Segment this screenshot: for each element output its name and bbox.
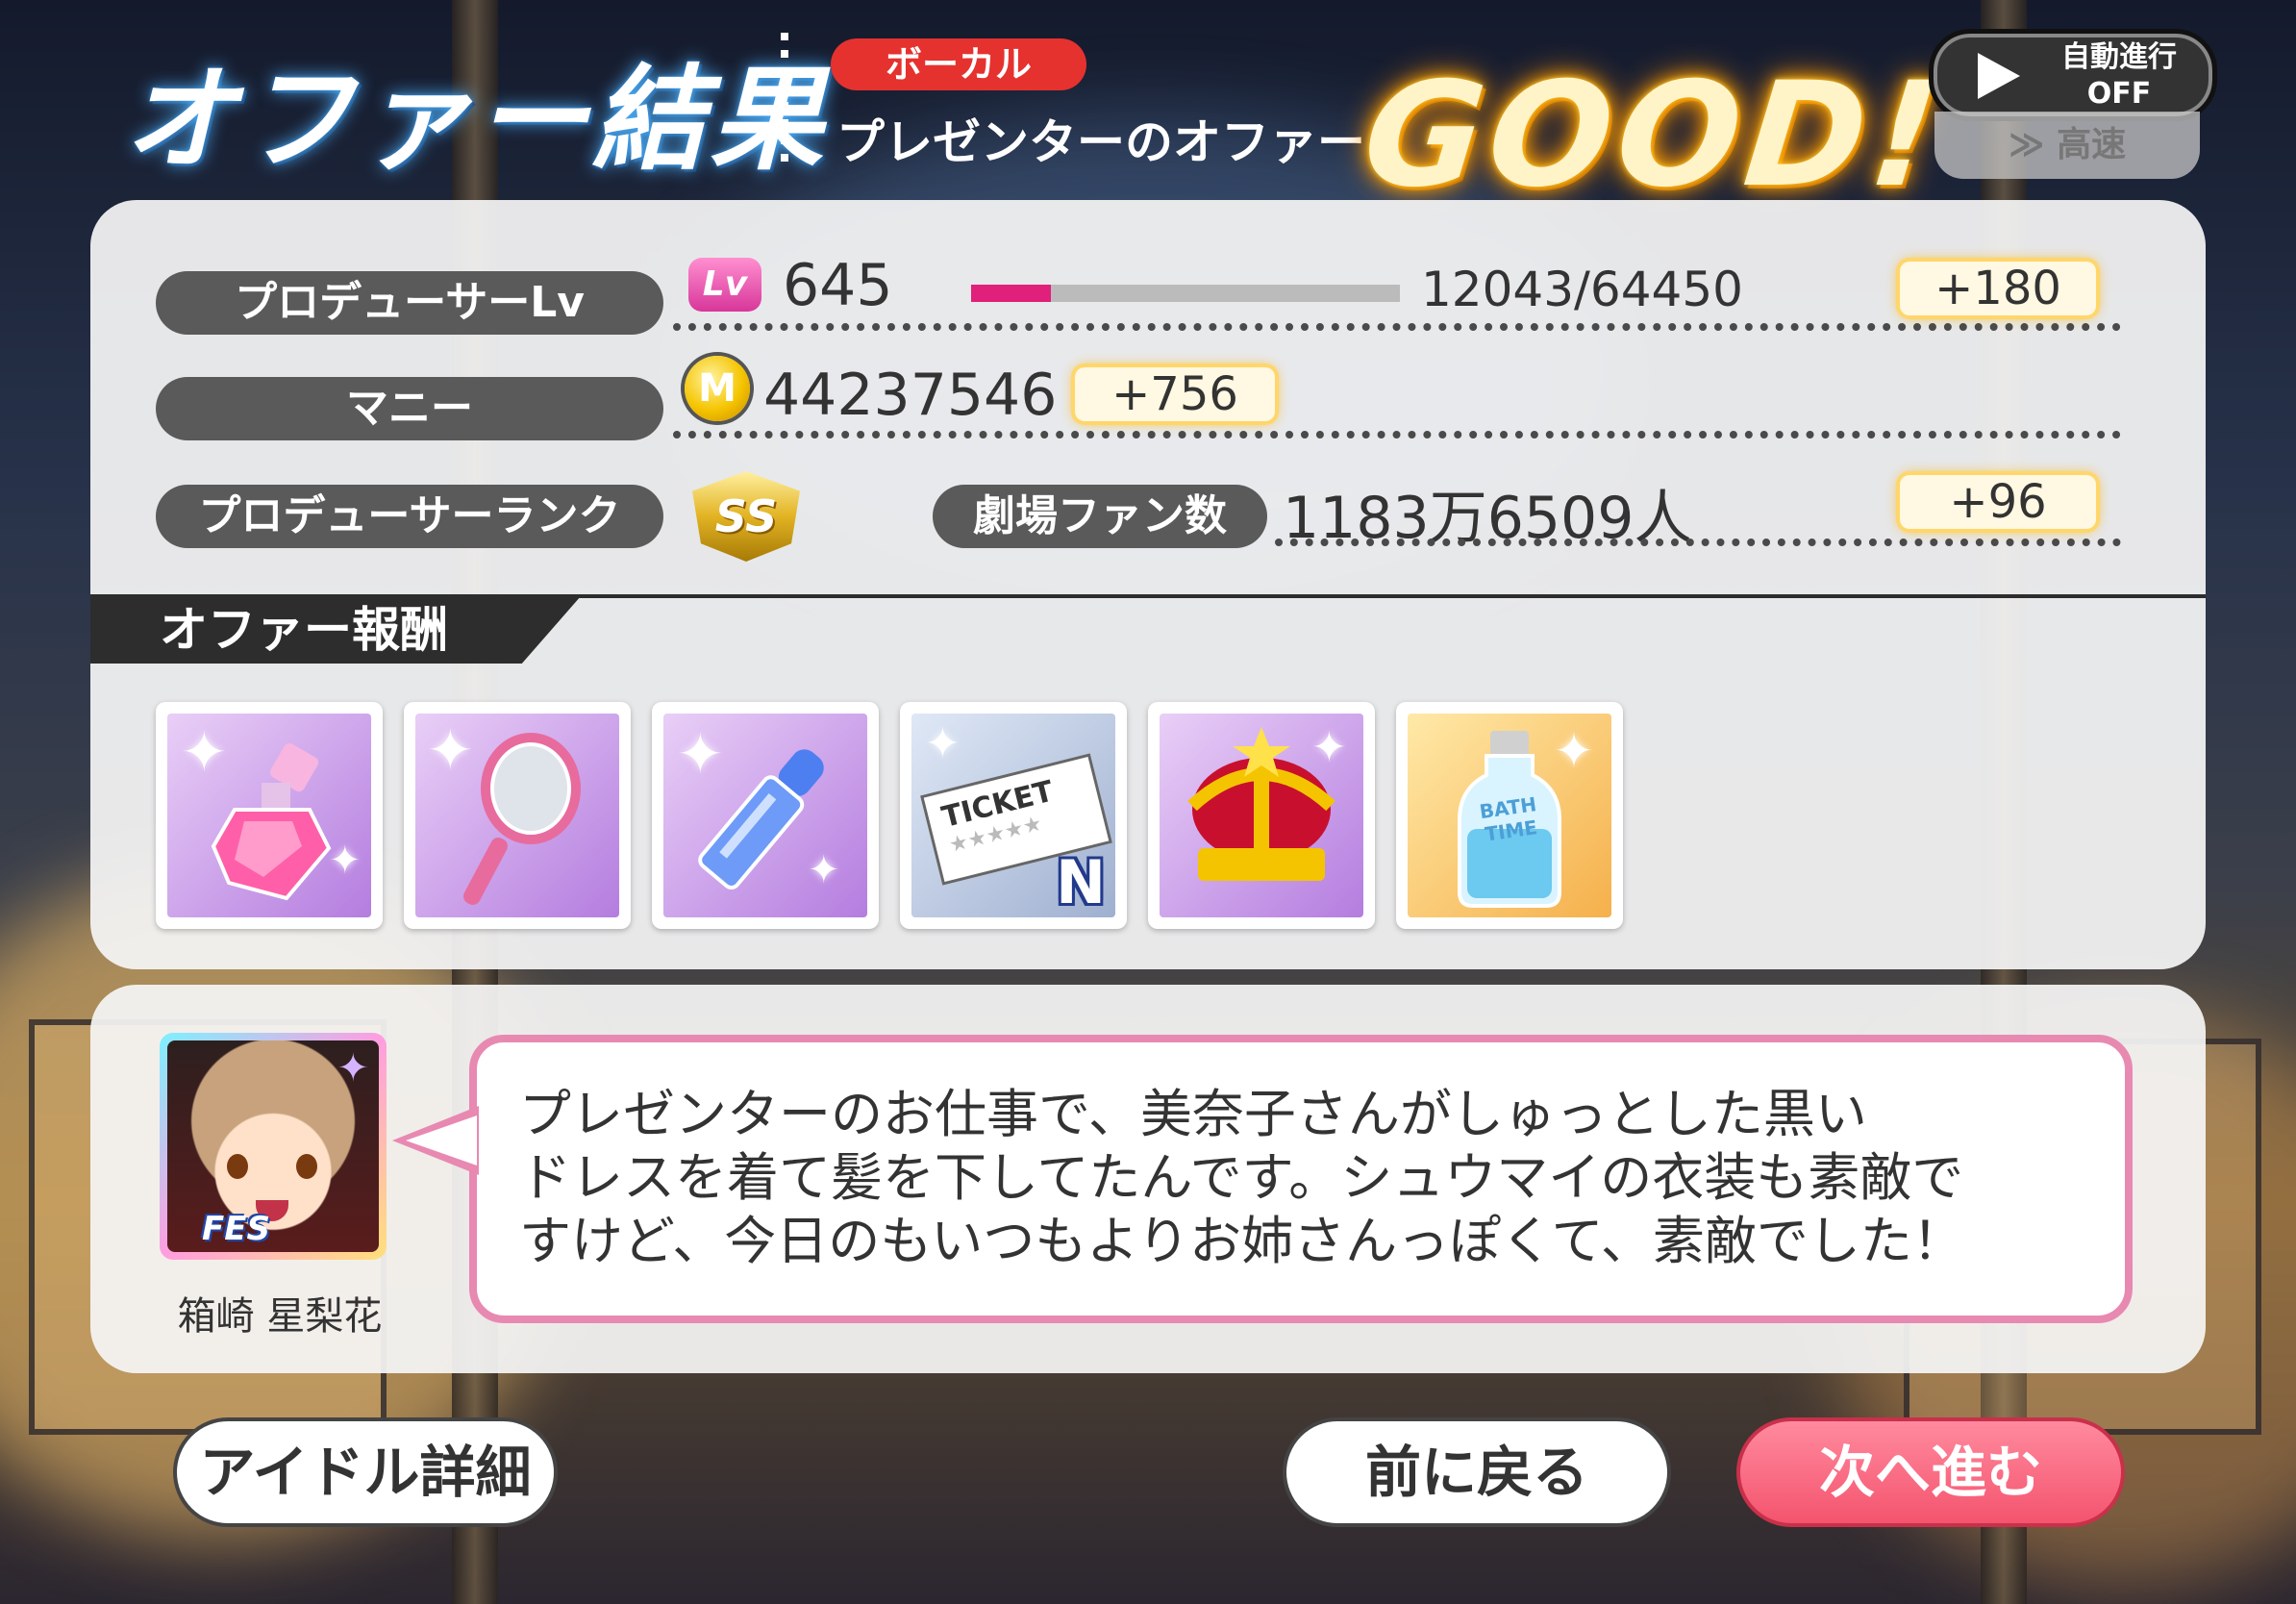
avatar-eye	[296, 1154, 317, 1179]
money-label: マニー	[156, 377, 663, 440]
exp-progress-fill	[971, 285, 1052, 302]
avatar-eye	[227, 1154, 248, 1179]
reward-item-mirror[interactable]: ✦	[404, 702, 631, 929]
crown-icon	[1187, 727, 1335, 881]
reward-item-bath-salt[interactable]: ✦ BATH TIME	[1396, 702, 1623, 929]
idol-avatar[interactable]: ✦ FES	[160, 1033, 387, 1260]
fast-speed-button[interactable]: ≫ 高速	[1934, 112, 2200, 179]
coin-icon: M	[685, 356, 750, 421]
divider-dotted	[673, 323, 2121, 331]
fes-badge: FES	[202, 1210, 270, 1248]
rewards-heading: オファー報酬	[90, 596, 581, 664]
theater-fans-label: 劇場ファン数	[933, 485, 1267, 548]
producer-level-value: 645	[783, 252, 893, 319]
play-icon	[1978, 53, 2020, 99]
ticket-grade: N	[1056, 847, 1106, 917]
result-rating: GOOD!	[1356, 52, 1953, 219]
title-divider	[781, 33, 788, 167]
page-title: オファー結果	[123, 53, 828, 186]
producer-level-label: プロデューサーLv	[156, 271, 663, 335]
idol-detail-button[interactable]: アイドル詳細	[173, 1417, 558, 1527]
offer-name: プレゼンターのオファー	[836, 114, 1365, 170]
money-gain: +756	[1075, 367, 1275, 421]
reward-item-lipstick[interactable]: ✦ ✦	[652, 702, 879, 929]
divider-dotted	[1275, 539, 2121, 546]
hand-mirror-icon	[463, 733, 581, 905]
reward-item-ticket[interactable]: ✦ TICKET ★★★★★ N	[900, 702, 1127, 929]
next-button[interactable]: 次へ進む	[1736, 1417, 2125, 1527]
back-button[interactable]: 前に戻る	[1283, 1417, 1671, 1527]
exp-gain: +180	[1900, 262, 2096, 315]
exp-progress-bar	[971, 285, 1400, 302]
auto-advance-state: OFF	[2086, 77, 2152, 111]
reward-item-crown[interactable]: ✦	[1148, 702, 1375, 929]
lipstick-icon	[698, 749, 824, 890]
money-value: 44237546	[763, 362, 1058, 429]
producer-rank-label: プロデューサーランク	[156, 485, 663, 548]
speaker-name: 箱崎 星梨花	[177, 1294, 383, 1339]
dialog-message: プレゼンターのお仕事で、美奈子さんがしゅっとした黒い ドレスを着て髪を下してたん…	[519, 1084, 1964, 1271]
sparkle-icon: ✦	[337, 1046, 369, 1090]
reward-item-perfume[interactable]: ✦ ✦	[156, 702, 383, 929]
divider-dotted	[673, 431, 2121, 439]
bath-salt-label: BATH TIME	[1478, 792, 1539, 846]
perfume-bottle-icon	[211, 742, 332, 901]
level-badge: Lv	[688, 258, 761, 312]
exp-value: 12043/64450	[1421, 262, 1743, 317]
fans-gain: +96	[1900, 475, 2096, 529]
auto-advance-toggle[interactable]: 自動進行 OFF	[1929, 29, 2217, 121]
auto-advance-label: 自動進行	[2061, 40, 2177, 74]
offer-type-badge: ボーカル	[831, 38, 1086, 90]
